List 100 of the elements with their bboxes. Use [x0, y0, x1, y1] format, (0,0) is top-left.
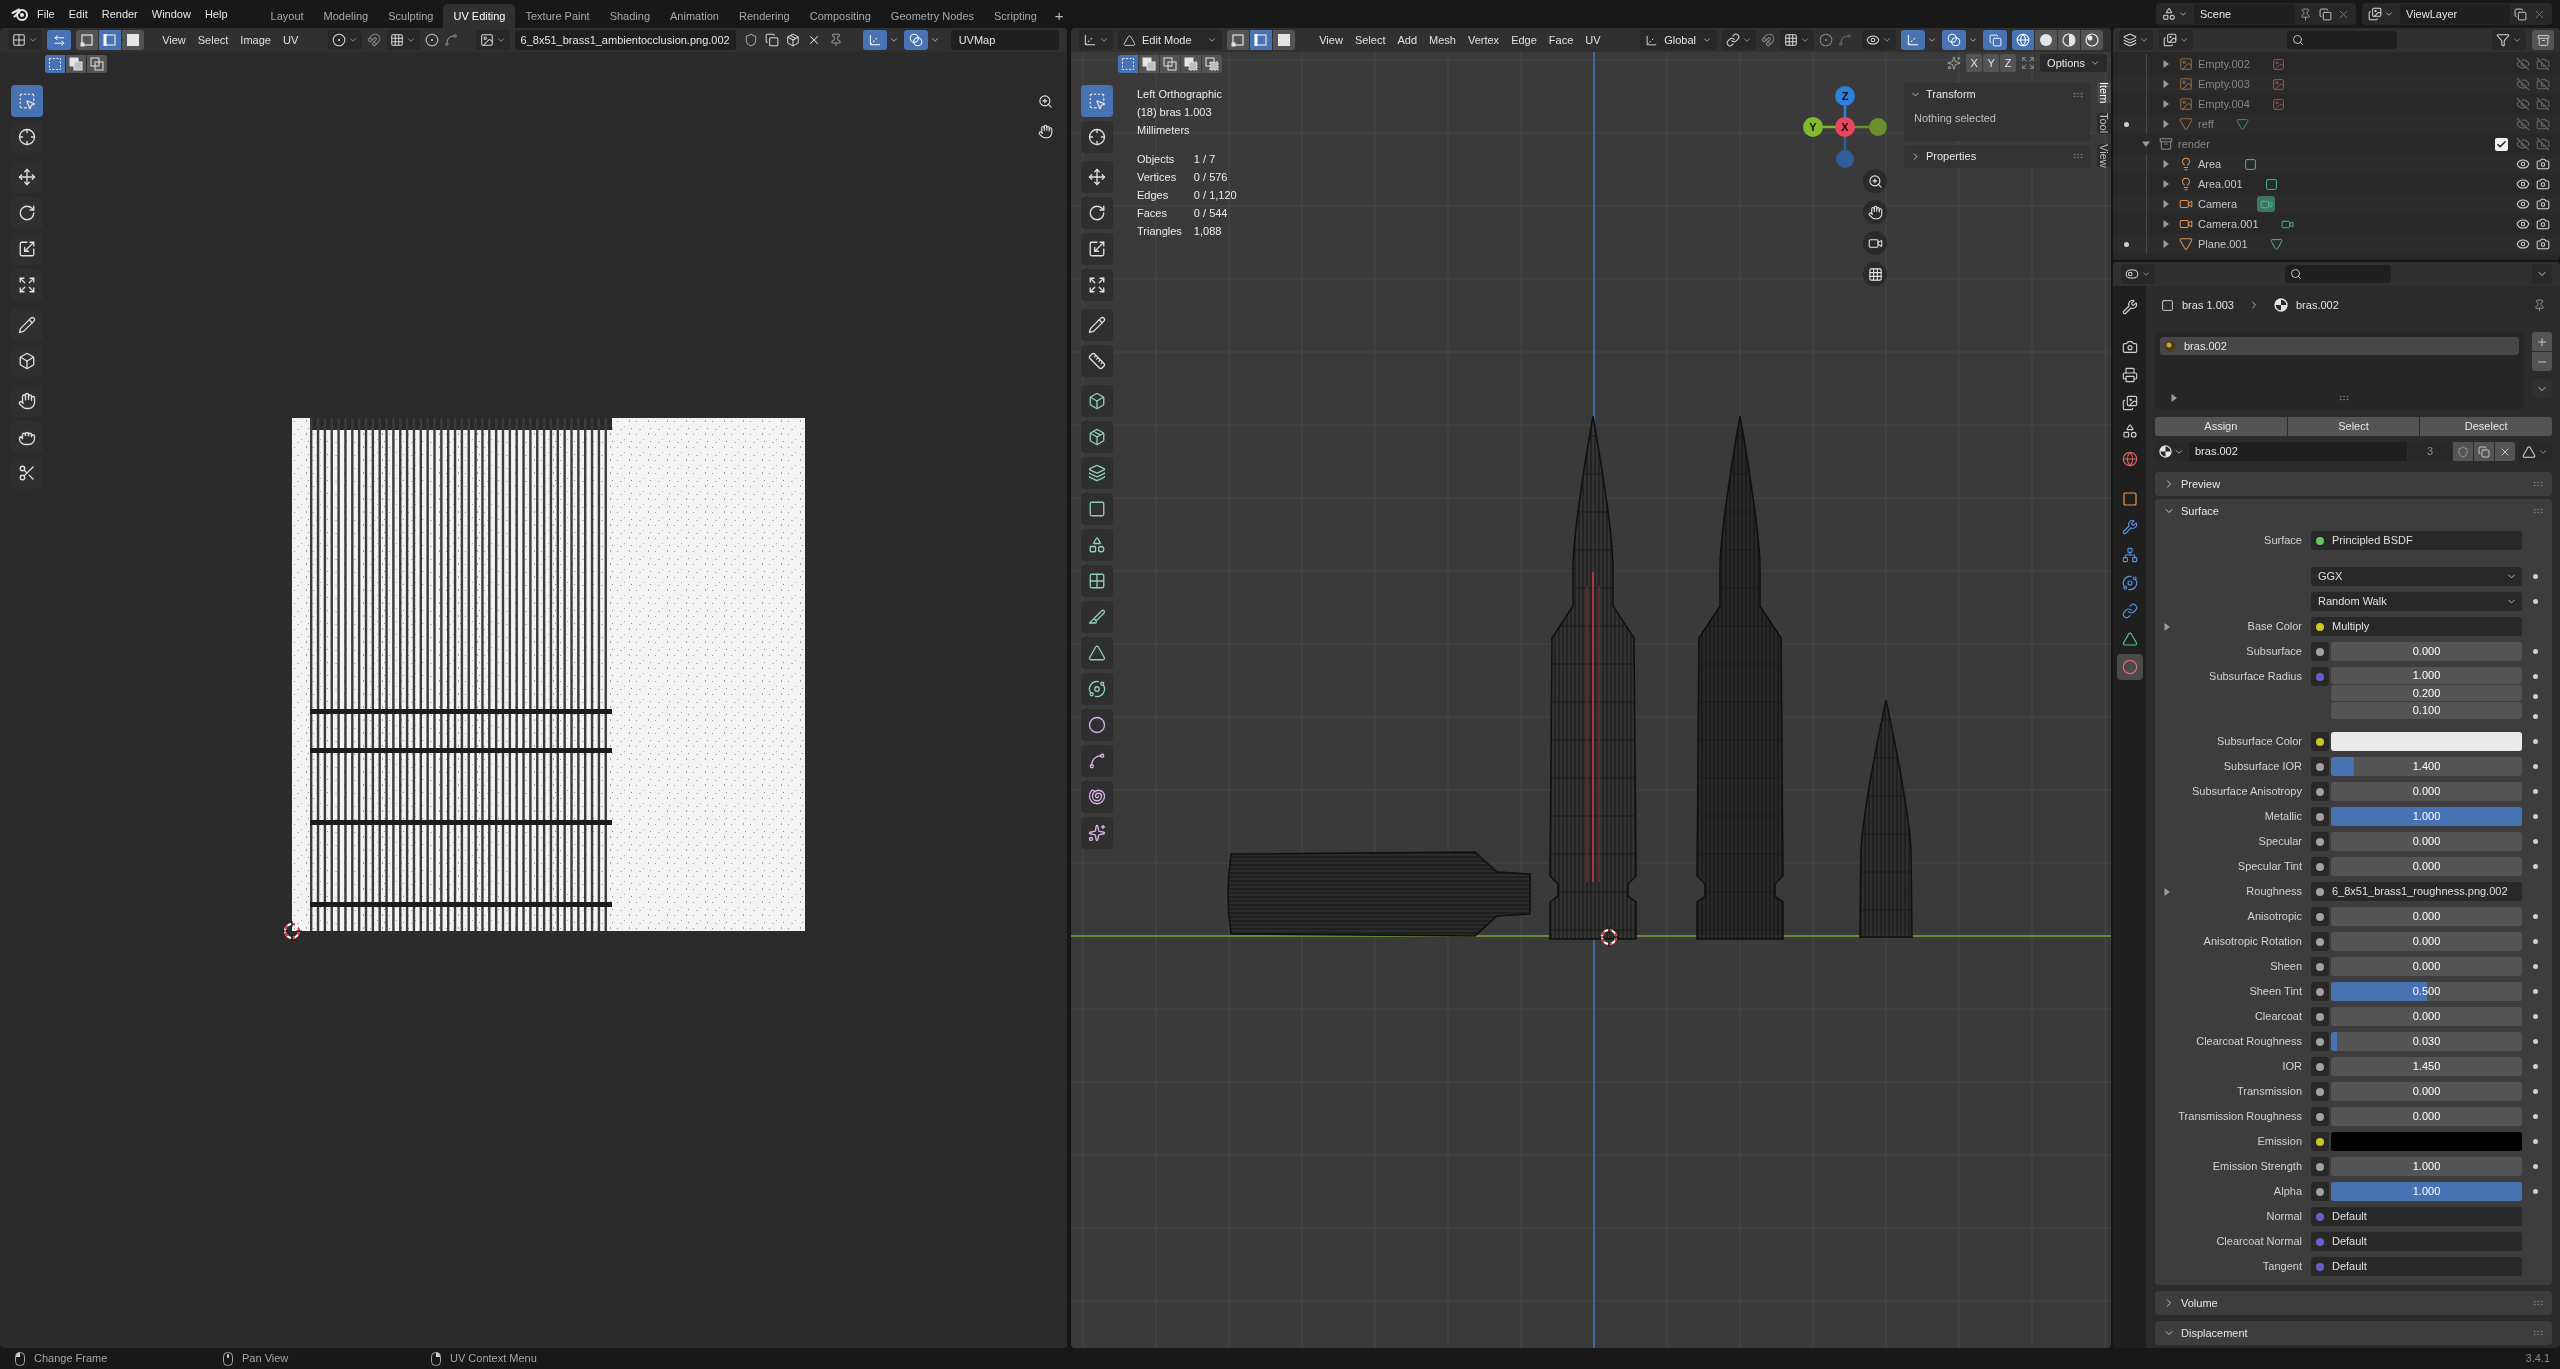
camera-off-icon[interactable] — [2536, 77, 2550, 91]
navigation-button[interactable] — [1863, 200, 1887, 224]
socket-button[interactable] — [2311, 1057, 2329, 1076]
image-browse-dropdown[interactable] — [475, 30, 510, 50]
socket-button[interactable] — [2311, 642, 2329, 661]
keyframe-dot-icon[interactable] — [2532, 814, 2538, 819]
mirror-axis-button[interactable]: X — [1966, 54, 1983, 72]
triangle-right-icon[interactable] — [2162, 180, 2170, 188]
menu-button[interactable]: View — [1313, 30, 1349, 50]
tool-button[interactable] — [1081, 673, 1113, 705]
socket-button[interactable] — [2311, 832, 2329, 851]
orientation-dropdown[interactable]: Global — [1640, 30, 1717, 50]
workspace-tab[interactable]: Geometry Nodes — [880, 4, 984, 28]
menu-button[interactable]: Mesh — [1423, 30, 1462, 50]
tool-button[interactable] — [11, 233, 43, 265]
magnet-icon[interactable] — [367, 33, 382, 47]
xray-toggle[interactable] — [1983, 30, 2007, 50]
keyframe-dot-icon[interactable] — [2532, 939, 2538, 944]
add-workspace-button[interactable]: + — [1046, 4, 1072, 28]
socket-button[interactable] — [2311, 807, 2329, 826]
number-field[interactable]: 0.000 — [2331, 957, 2522, 976]
tool-button[interactable] — [1081, 309, 1113, 341]
editor-type-dropdown[interactable] — [2121, 264, 2155, 284]
socket-button[interactable] — [2311, 1107, 2329, 1126]
menu-button[interactable]: Vertex — [1461, 30, 1506, 50]
socket-button[interactable] — [2311, 957, 2329, 976]
tool-button[interactable] — [11, 345, 43, 377]
material-name-field[interactable]: bras.002 — [2189, 442, 2407, 461]
number-field[interactable]: 0.000 — [2331, 1007, 2522, 1026]
node-link-field[interactable]: Principled BSDF — [2311, 531, 2522, 550]
sidebar-tab[interactable]: Tool — [2097, 113, 2111, 134]
circle-dot-icon[interactable] — [1819, 33, 1833, 47]
image-name-field[interactable]: 6_8x51_brass1_ambientocclusion.png.002 — [514, 30, 736, 50]
color-swatch[interactable] — [2331, 732, 2522, 751]
workspace-tab[interactable]: Shading — [599, 4, 661, 28]
socket-button[interactable] — [2311, 1132, 2329, 1151]
pin-icon[interactable] — [2533, 298, 2546, 312]
keyframe-dot-icon[interactable] — [2532, 1114, 2538, 1119]
selection-mode-button[interactable] — [1118, 55, 1138, 73]
editor-type-dropdown[interactable] — [1079, 30, 1113, 50]
menu-button[interactable]: Help — [197, 3, 235, 25]
tool-button[interactable] — [1081, 781, 1113, 813]
duplicate-button[interactable] — [2474, 442, 2494, 461]
triangle-right-icon[interactable] — [2162, 120, 2170, 128]
tool-button[interactable] — [1081, 745, 1113, 777]
keyframe-dot-icon[interactable] — [2532, 1089, 2538, 1094]
tool-button[interactable] — [1081, 565, 1113, 597]
filter-view-dropdown[interactable] — [2159, 30, 2193, 50]
sidebar-tab[interactable]: View — [2097, 143, 2111, 168]
workspace-tab[interactable]: Texture Paint — [515, 4, 600, 28]
keyframe-dot-icon[interactable] — [2532, 739, 2538, 744]
node-link-field[interactable]: Default — [2311, 1232, 2522, 1251]
copy-icon[interactable] — [764, 33, 779, 47]
selection-mode-button[interactable] — [1181, 55, 1201, 73]
dropdown[interactable]: Random Walk — [2311, 592, 2522, 611]
tool-button[interactable] — [1081, 121, 1113, 153]
panel-header[interactable]: Displacement — [2155, 1321, 2552, 1345]
selection-mode-button[interactable] — [45, 55, 65, 73]
menu-button[interactable]: UV — [1579, 30, 1607, 50]
camera-off-icon[interactable] — [2536, 117, 2550, 131]
keyframe-dot-icon[interactable] — [2532, 1014, 2538, 1019]
tool-button[interactable] — [1081, 457, 1113, 489]
number-field[interactable]: 0.000 — [2331, 782, 2522, 801]
mode-dropdown[interactable]: Edit Mode — [1118, 30, 1223, 50]
sidebar-tab[interactable]: Item — [2097, 82, 2111, 104]
socket-button[interactable] — [2311, 1007, 2329, 1026]
socket-button[interactable] — [2311, 782, 2329, 801]
eye-off-icon[interactable] — [2516, 57, 2530, 71]
tool-button[interactable] — [11, 421, 43, 453]
material-slot[interactable]: bras.002 — [2160, 337, 2519, 355]
node-link-field[interactable]: Default — [2311, 1257, 2522, 1276]
panel-header[interactable]: Preview — [2155, 472, 2552, 496]
triangle-right-icon[interactable] — [2170, 394, 2178, 402]
camera-off-icon[interactable] — [2536, 57, 2550, 71]
panel-header[interactable]: Volume — [2155, 1291, 2552, 1315]
number-field[interactable]: 0.000 — [2331, 907, 2522, 926]
triangle-right-icon[interactable] — [2162, 200, 2170, 208]
copy-icon[interactable] — [2319, 7, 2332, 21]
editor-type-dropdown[interactable] — [8, 30, 42, 50]
tool-button[interactable] — [11, 385, 43, 417]
circle-dot-icon[interactable] — [425, 33, 440, 47]
tool-button[interactable] — [11, 457, 43, 489]
tool-button[interactable] — [1081, 529, 1113, 561]
keyframe-dot-icon[interactable] — [2532, 574, 2538, 579]
workspace-tab[interactable]: Compositing — [799, 4, 881, 28]
triangle-right-icon[interactable] — [2163, 887, 2171, 896]
socket-button[interactable] — [2311, 1157, 2329, 1176]
selection-mode-button[interactable] — [66, 55, 86, 73]
keyframe-dot-icon[interactable] — [2532, 1039, 2538, 1044]
workspace-tab[interactable]: UV Editing — [443, 4, 516, 28]
triangle-right-icon[interactable] — [2162, 80, 2170, 88]
keyframe-dot-icon[interactable] — [2532, 1164, 2538, 1169]
socket-button[interactable] — [2311, 982, 2329, 1001]
unlink-button[interactable] — [2495, 442, 2515, 461]
select-mode-button[interactable] — [1250, 30, 1273, 50]
tool-button[interactable] — [1081, 493, 1113, 525]
camera-icon[interactable] — [2536, 177, 2550, 191]
new-collection-button[interactable] — [2532, 30, 2554, 50]
curve-icon[interactable] — [444, 33, 459, 47]
selection-mode-button[interactable] — [1139, 55, 1159, 73]
